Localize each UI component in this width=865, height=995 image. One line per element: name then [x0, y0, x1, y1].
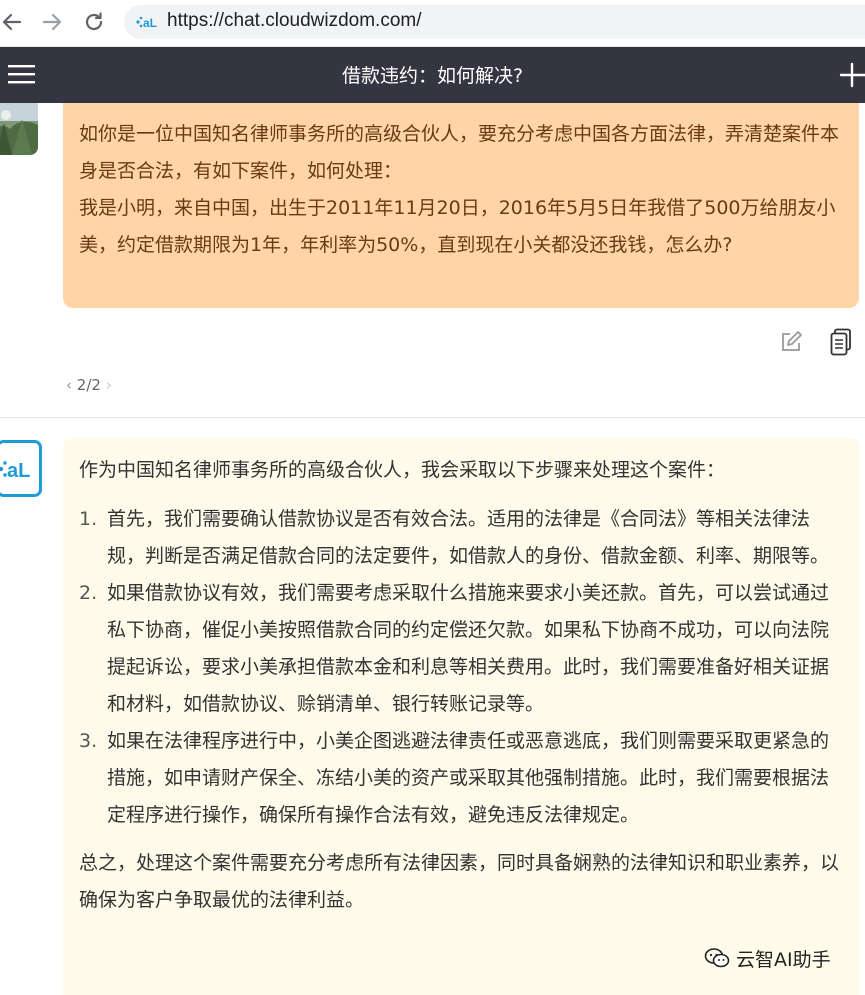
- pager-next-button[interactable]: ›: [106, 376, 112, 394]
- list-item-text: 如果在法律程序进行中，小美企图逃避法律责任或恶意逃底，我们则需要采取更紧急的措施…: [107, 730, 830, 826]
- list-item-text: 首先，我们需要确认借款协议是否有效合法。适用的法律是《合同法》等相关法律法规，判…: [107, 508, 830, 567]
- svg-text:aL: aL: [143, 16, 157, 30]
- pager-prev-button[interactable]: ‹: [66, 376, 72, 394]
- response-pager: ‹ 2/2 ›: [66, 376, 112, 394]
- list-number: 2.: [79, 582, 98, 604]
- reload-icon[interactable]: [82, 10, 106, 34]
- list-item: 1. 首先，我们需要确认借款协议是否有效合法。适用的法律是《合同法》等相关法律法…: [79, 501, 844, 575]
- chat-header: 借款违约：如何解决?: [0, 47, 865, 103]
- list-number: 1.: [79, 508, 98, 530]
- list-item: 3. 如果在法律程序进行中，小美企图逃避法律责任或恶意逃底，我们则需要采取更紧急…: [79, 723, 844, 834]
- pager-label: 2/2: [76, 376, 101, 394]
- site-favicon-icon: aL: [136, 16, 157, 30]
- message-divider: [0, 417, 865, 418]
- assistant-intro: 作为中国知名律师事务所的高级合伙人，我会采取以下步骤来处理这个案件：: [79, 459, 726, 481]
- assistant-message-bubble: 作为中国知名律师事务所的高级合伙人，我会采取以下步骤来处理这个案件： 1. 首先…: [63, 438, 860, 995]
- assistant-avatar-icon: aL: [0, 440, 42, 497]
- edit-icon[interactable]: [780, 331, 802, 353]
- user-message-line: 如你是一位中国知名律师事务所的高级合伙人，要充分考虑中国各方面法律，弄清楚案件本…: [79, 123, 840, 182]
- list-item: 2. 如果借款协议有效，我们需要考虑采取什么措施来要求小美还款。首先，可以尝试通…: [79, 575, 844, 723]
- assistant-step-list: 1. 首先，我们需要确认借款协议是否有效合法。适用的法律是《合同法》等相关法律法…: [79, 501, 844, 834]
- plus-icon[interactable]: [839, 62, 865, 88]
- user-avatar: [0, 103, 38, 155]
- watermark: 云智AI助手: [704, 944, 831, 972]
- list-number: 3.: [79, 730, 98, 752]
- hamburger-menu-icon[interactable]: [8, 63, 35, 85]
- list-item-text: 如果借款协议有效，我们需要考虑采取什么措施来要求小美还款。首先，可以尝试通过私下…: [107, 582, 830, 715]
- wechat-icon: [704, 948, 730, 968]
- user-message-bubble: 如你是一位中国知名律师事务所的高级合伙人，要充分考虑中国各方面法律，弄清楚案件本…: [63, 103, 859, 308]
- user-message-line: 我是小明，来自中国，出生于2011年11月20日，2016年5月5日年我借了50…: [79, 197, 836, 256]
- conversation-title: 借款违约：如何解决?: [341, 65, 524, 87]
- copy-icon[interactable]: [830, 328, 852, 356]
- arrow-left-icon[interactable]: [0, 10, 24, 34]
- browser-toolbar: aL https://chat.cloudwizdom.com/: [0, 0, 865, 47]
- svg-text:aL: aL: [7, 460, 30, 482]
- assistant-conclusion: 总之，处理这个案件需要充分考虑所有法律因素，同时具备娴熟的法律知识和职业素养，以…: [79, 852, 840, 911]
- arrow-right-icon[interactable]: [40, 10, 64, 34]
- watermark-text: 云智AI助手: [736, 948, 831, 971]
- url-text[interactable]: https://chat.cloudwizdom.com/: [167, 10, 422, 32]
